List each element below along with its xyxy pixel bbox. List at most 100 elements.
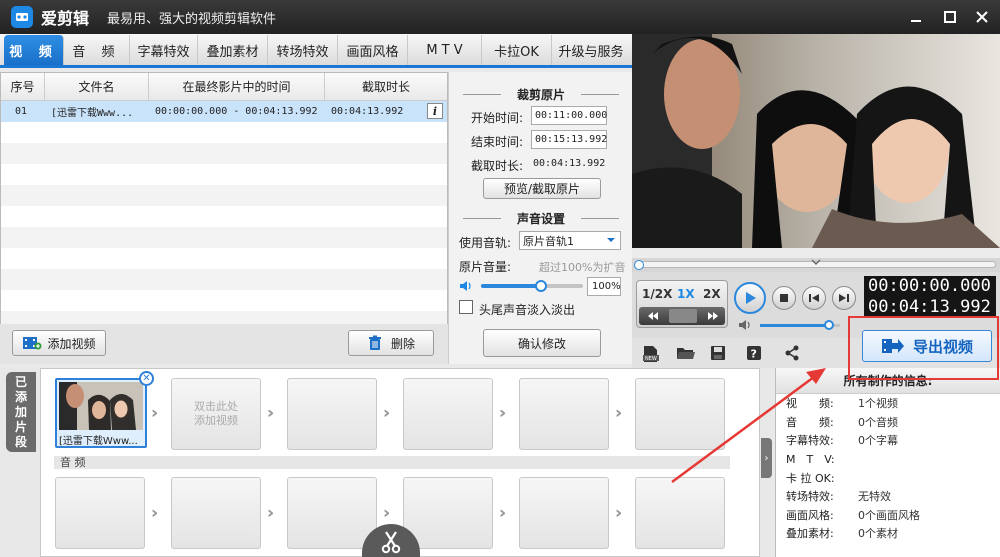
minimize-icon[interactable]	[906, 7, 926, 27]
speed-half-button[interactable]: 1/2X	[642, 287, 672, 301]
audio-track-label: 音 频	[54, 456, 730, 469]
help-icon[interactable]: ?	[746, 345, 764, 361]
table-row	[1, 227, 447, 248]
tab-overlay-materials[interactable]: 叠加素材	[198, 35, 268, 65]
time-display: 00:00:00.000 00:04:13.992	[864, 276, 996, 318]
tab-mtv[interactable]: M T V	[408, 35, 482, 65]
previous-frame-button[interactable]	[802, 286, 826, 310]
col-index[interactable]: 序号	[1, 73, 45, 100]
timeline-clip[interactable]: [迅雷下载Www... ✕	[55, 371, 154, 448]
chevron-right-icon: ››	[615, 403, 623, 422]
jog-wheel[interactable]	[669, 309, 697, 323]
info-icon[interactable]: i	[427, 103, 443, 119]
info-key: 字幕特效:	[786, 434, 834, 448]
tab-transition-effects[interactable]: 转场特效	[268, 35, 338, 65]
svg-text:NEW: NEW	[645, 356, 657, 362]
empty-clip-slot[interactable]	[287, 378, 377, 450]
volume-slider-fill	[481, 284, 543, 288]
close-icon[interactable]	[972, 7, 992, 27]
chevron-right-icon: ››	[267, 503, 275, 522]
info-key: 叠加素材:	[786, 527, 834, 541]
empty-audio-slot[interactable]	[635, 477, 725, 549]
empty-audio-slot[interactable]	[55, 477, 145, 549]
volume-slider-handle[interactable]	[535, 280, 548, 292]
app-slogan: 最易用、强大的视频剪辑软件	[107, 11, 277, 27]
table-row	[1, 122, 447, 143]
timeline-panel: 已添加片段 [迅雷下载Www... ✕ 双击此处 添加视频 ›› ›› ›› ›…	[0, 368, 772, 557]
player-volume-slider[interactable]	[760, 320, 840, 330]
play-button[interactable]	[734, 282, 766, 314]
speed-control: 1/2X 1X 2X	[636, 280, 728, 328]
fade-checkbox[interactable]	[459, 300, 473, 314]
added-clips-tab[interactable]: 已添加片段	[6, 372, 36, 452]
info-key: 转场特效:	[786, 490, 834, 504]
volume-slider[interactable]	[481, 280, 583, 292]
empty-clip-slot[interactable]: 双击此处 添加视频	[171, 378, 261, 450]
chevron-down-icon	[606, 235, 616, 248]
next-frame-button[interactable]	[832, 286, 856, 310]
export-video-button[interactable]: 导出视频	[862, 330, 992, 362]
player-volume-icon[interactable]	[738, 319, 754, 334]
tab-karaoke[interactable]: 卡拉OK	[482, 35, 552, 65]
volume-value[interactable]: 100%	[587, 277, 621, 296]
add-video-button[interactable]: 添加视频	[12, 330, 106, 356]
trash-icon	[368, 335, 381, 350]
speed-double-button[interactable]: 2X	[703, 287, 721, 301]
col-filename[interactable]: 文件名	[45, 73, 149, 100]
empty-clip-slot[interactable]	[519, 378, 609, 450]
fade-label: 头尾声音淡入淡出	[479, 303, 576, 317]
empty-audio-slot[interactable]	[287, 477, 377, 549]
empty-clip-slot[interactable]	[403, 378, 493, 450]
remove-clip-icon[interactable]: ✕	[139, 371, 154, 386]
tab-audio[interactable]: 音 频	[64, 35, 130, 65]
maximize-icon[interactable]	[940, 7, 960, 27]
player-volume-handle[interactable]	[824, 320, 835, 330]
empty-audio-slot[interactable]	[519, 477, 609, 549]
tab-subtitle-effects[interactable]: 字幕特效	[130, 35, 198, 65]
video-preview[interactable]	[632, 34, 1000, 248]
empty-clip-slot[interactable]	[635, 378, 725, 450]
open-folder-icon[interactable]	[676, 345, 695, 361]
save-icon[interactable]	[710, 345, 728, 361]
step-back-icon[interactable]	[647, 310, 659, 325]
playback-progress-bar[interactable]	[632, 258, 1000, 272]
empty-audio-slot[interactable]	[171, 477, 261, 549]
speed-normal-button[interactable]: 1X	[677, 287, 695, 301]
delete-label: 删除	[390, 336, 415, 351]
film-add-icon	[23, 337, 42, 350]
stop-icon	[780, 294, 788, 302]
playback-controls: 1/2X 1X 2X 00:00:00.000 00:04:13.992	[632, 272, 1000, 338]
tab-upgrade-service[interactable]: 升级与服务	[552, 35, 630, 65]
cut-section-title: 裁剪原片	[449, 86, 633, 103]
end-time-input[interactable]: 00:15:13.992	[531, 130, 607, 149]
audio-track-value: 原片音轨1	[523, 234, 574, 248]
chevron-right-icon: ››	[151, 403, 159, 422]
file-list-header: 序号 文件名 在最终影片中的时间 截取时长	[1, 73, 447, 101]
audio-track-select[interactable]: 原片音轨1	[519, 231, 621, 250]
tab-picture-style[interactable]: 画面风格	[338, 35, 408, 65]
tab-video[interactable]: 视 频	[4, 35, 64, 65]
preview-cut-button[interactable]: 预览/截取原片	[483, 178, 601, 199]
chevron-down-icon[interactable]	[810, 259, 822, 270]
start-time-input[interactable]: 00:11:00.000	[531, 106, 607, 125]
empty-audio-slot[interactable]	[403, 477, 493, 549]
confirm-button[interactable]: 确认修改	[483, 329, 601, 357]
delete-button[interactable]: 删除	[348, 330, 434, 356]
stop-button[interactable]	[772, 286, 796, 310]
collapse-panel-button[interactable]: ›	[761, 438, 772, 478]
table-row	[1, 185, 447, 206]
speaker-icon[interactable]	[459, 279, 475, 296]
share-icon[interactable]	[784, 345, 802, 361]
progress-handle[interactable]	[634, 260, 644, 270]
col-time-in-movie[interactable]: 在最终影片中的时间	[149, 73, 325, 100]
preview-border	[632, 248, 1000, 258]
step-forward-icon[interactable]	[707, 310, 719, 325]
col-cut-duration[interactable]: 截取时长	[325, 73, 447, 100]
info-value: 无特效	[858, 490, 891, 504]
new-project-icon[interactable]: NEW	[642, 345, 660, 362]
info-value: 0个字幕	[858, 434, 898, 448]
table-row[interactable]: 01 [迅雷下载Www... 00:00:00.000 - 00:04:13.9…	[1, 101, 447, 122]
row-index: 01	[15, 106, 28, 117]
add-video-label: 添加视频	[47, 336, 96, 351]
info-key: 音 频:	[786, 415, 834, 429]
